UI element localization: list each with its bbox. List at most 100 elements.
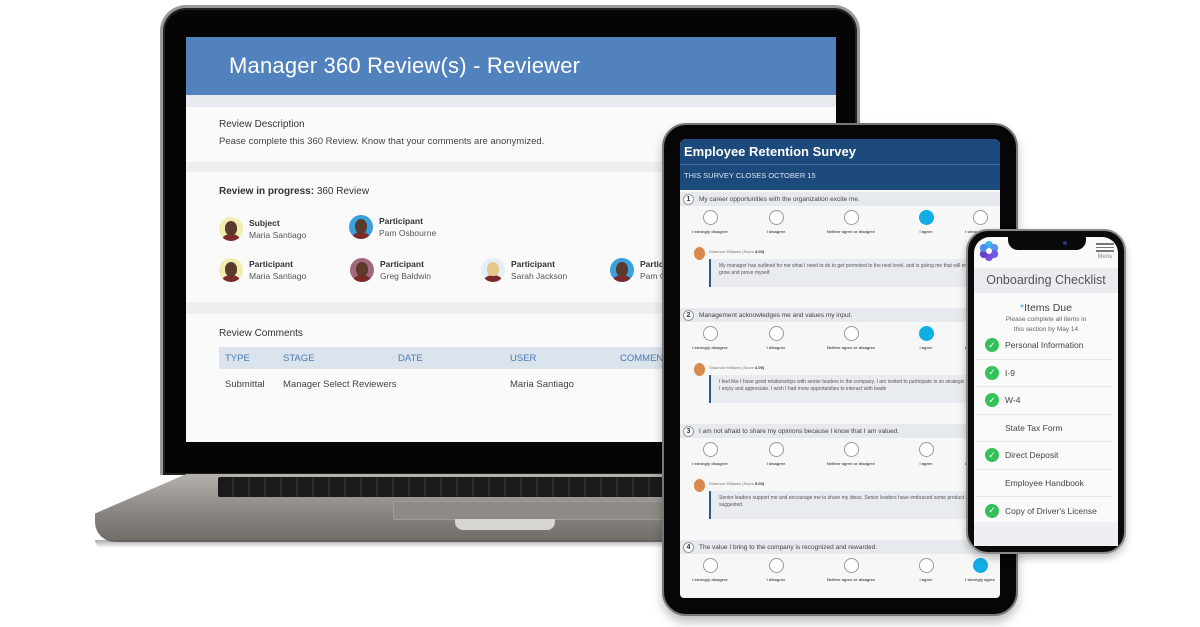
question-number: 1 <box>683 193 694 205</box>
checklist-item[interactable]: State Tax Form <box>976 415 1112 442</box>
app-logo-icon[interactable] <box>978 240 1000 262</box>
survey-comment: Shannon Williams (Score 4.00) My manager … <box>680 240 1000 308</box>
person-role: Participant <box>380 259 424 269</box>
person-card[interactable]: Participant Greg Baldwin <box>350 258 431 282</box>
cell-stage: Manager Select Reviewers <box>283 379 397 390</box>
items-due: *Items Due Please complete all items in … <box>974 302 1118 334</box>
radio-button[interactable] <box>702 442 718 457</box>
radio-button[interactable] <box>843 210 859 225</box>
rating-option[interactable]: I strongly disagree <box>680 210 740 234</box>
rating-option[interactable]: I strongly disagree <box>680 442 740 466</box>
phone-footer <box>974 522 1118 546</box>
rating-option[interactable]: I disagree <box>746 558 806 582</box>
option-label: I strongly agree <box>965 577 995 582</box>
option-label: I agree <box>919 577 933 582</box>
radio-button[interactable] <box>768 326 784 341</box>
checklist-item[interactable]: ✓ I-9 <box>976 360 1112 387</box>
rating-option[interactable]: Neither agree or disagree <box>821 210 881 234</box>
radio-button[interactable] <box>768 210 784 225</box>
comment-author: Shannon Williams (Score 4.00) <box>709 365 765 370</box>
question-number: 2 <box>683 309 694 321</box>
option-label: I disagree <box>766 577 786 582</box>
checklist-item[interactable]: ✓ Copy of Driver's License <box>976 497 1112 525</box>
radio-button[interactable] <box>702 210 718 225</box>
checklist-item-label: Direct Deposit <box>1005 450 1059 461</box>
rating-option[interactable]: I agree <box>896 210 956 234</box>
rating-option[interactable]: I disagree <box>746 210 806 234</box>
question-text: I am not afraid to share my opinions bec… <box>699 427 900 435</box>
radio-button[interactable] <box>918 210 934 225</box>
question-header: 3 I am not afraid to share my opinions be… <box>680 424 1000 438</box>
question-number: 4 <box>683 541 694 553</box>
tablet-screen: Employee Retention Survey THIS SURVEY CL… <box>680 139 1000 598</box>
person-role: Participant <box>511 259 555 269</box>
menu-button[interactable]: Menu <box>1094 241 1116 260</box>
person-card[interactable]: Participant Pam Osbourne <box>349 215 436 239</box>
column-header-date[interactable]: DATE <box>398 353 510 364</box>
rating-option[interactable]: I disagree <box>746 326 806 350</box>
checklist-item[interactable]: ✓ Direct Deposit <box>976 442 1112 470</box>
rating-option[interactable]: I strongly disagree <box>680 326 740 350</box>
column-header-type[interactable]: TYPE <box>219 353 283 364</box>
avatar <box>219 258 243 282</box>
avatar <box>481 258 505 282</box>
rating-option[interactable]: I agree <box>896 326 956 350</box>
cell-type: Submittal <box>225 379 265 390</box>
rating-options: I strongly disagree I disagree Neither agr… <box>680 322 1000 356</box>
radio-button[interactable] <box>702 326 718 341</box>
column-header-stage[interactable]: STAGE <box>283 353 398 364</box>
question-text: My career opportunities with the organiz… <box>699 195 860 203</box>
checklist: ✓ Personal Information ✓ I-9 ✓ W-4 State Tax F… <box>976 332 1112 525</box>
rating-option[interactable]: I agree <box>896 442 956 466</box>
checklist-item[interactable]: ✓ W-4 <box>976 387 1112 415</box>
comment-author: Shannon Williams (Score 5.00) <box>709 481 765 486</box>
rating-option[interactable]: Neither agree or disagree <box>821 326 881 350</box>
rating-option[interactable]: Neither agree or disagree <box>821 558 881 582</box>
question-header: 1 My career opportunities with the organi… <box>680 192 1000 206</box>
radio-button[interactable] <box>843 442 859 457</box>
person-name: Sarah Jackson <box>511 271 568 281</box>
person-role: Participant <box>379 216 423 226</box>
person-role: Subject <box>249 218 280 228</box>
person-name: Maria Santiago <box>249 230 307 240</box>
person-card[interactable]: Participant Sarah Jackson <box>481 258 567 282</box>
rating-option[interactable]: I disagree <box>746 442 806 466</box>
comment-text: I feel like I have good relationships wi… <box>709 375 1000 403</box>
rating-option[interactable]: I agree <box>896 558 956 582</box>
checklist-item[interactable]: ✓ Personal Information <box>976 332 1112 360</box>
radio-button[interactable] <box>918 558 934 573</box>
radio-button[interactable] <box>843 326 859 341</box>
radio-button[interactable] <box>843 558 859 573</box>
person-name: Pam Osbourne <box>379 228 437 238</box>
rating-option[interactable]: I strongly disagree <box>680 558 740 582</box>
question-text: The value I bring to the company is reco… <box>699 543 878 551</box>
column-header-user[interactable]: USER <box>510 353 620 364</box>
avatar <box>694 479 705 492</box>
rating-options: I strongly disagree I disagree Neither agr… <box>680 438 1000 472</box>
person-card[interactable]: Subject Maria Santiago <box>219 217 306 241</box>
survey-question: 3 I am not afraid to share my opinions be… <box>680 424 1000 540</box>
radio-button[interactable] <box>918 442 934 457</box>
option-label: I agree <box>919 229 933 234</box>
checklist-item-label: I-9 <box>1005 367 1015 378</box>
avatar <box>219 217 243 241</box>
person-card[interactable]: Partic Pam O <box>610 258 666 282</box>
divider <box>186 95 836 107</box>
survey-comment: Shannon Williams (Score 4.00) I feel like… <box>680 356 1000 424</box>
radio-button[interactable] <box>768 558 784 573</box>
option-label: Neither agree or disagree <box>826 461 876 466</box>
avatar <box>694 363 705 376</box>
radio-button[interactable] <box>768 442 784 457</box>
radio-button[interactable] <box>702 558 718 573</box>
radio-button[interactable] <box>918 326 934 341</box>
avatar <box>610 258 634 282</box>
checklist-item[interactable]: Employee Handbook <box>976 470 1112 497</box>
check-icon: ✓ <box>985 393 999 408</box>
person-card[interactable]: Participant Maria Santiago <box>219 258 306 282</box>
rating-options: I strongly disagree I disagree Neither agr… <box>680 554 1000 588</box>
radio-button[interactable] <box>972 558 988 573</box>
option-label: I agree <box>919 461 933 466</box>
rating-option[interactable]: Neither agree or disagree <box>821 442 881 466</box>
rating-option[interactable]: I strongly agree <box>950 558 1000 582</box>
radio-button[interactable] <box>972 210 988 225</box>
